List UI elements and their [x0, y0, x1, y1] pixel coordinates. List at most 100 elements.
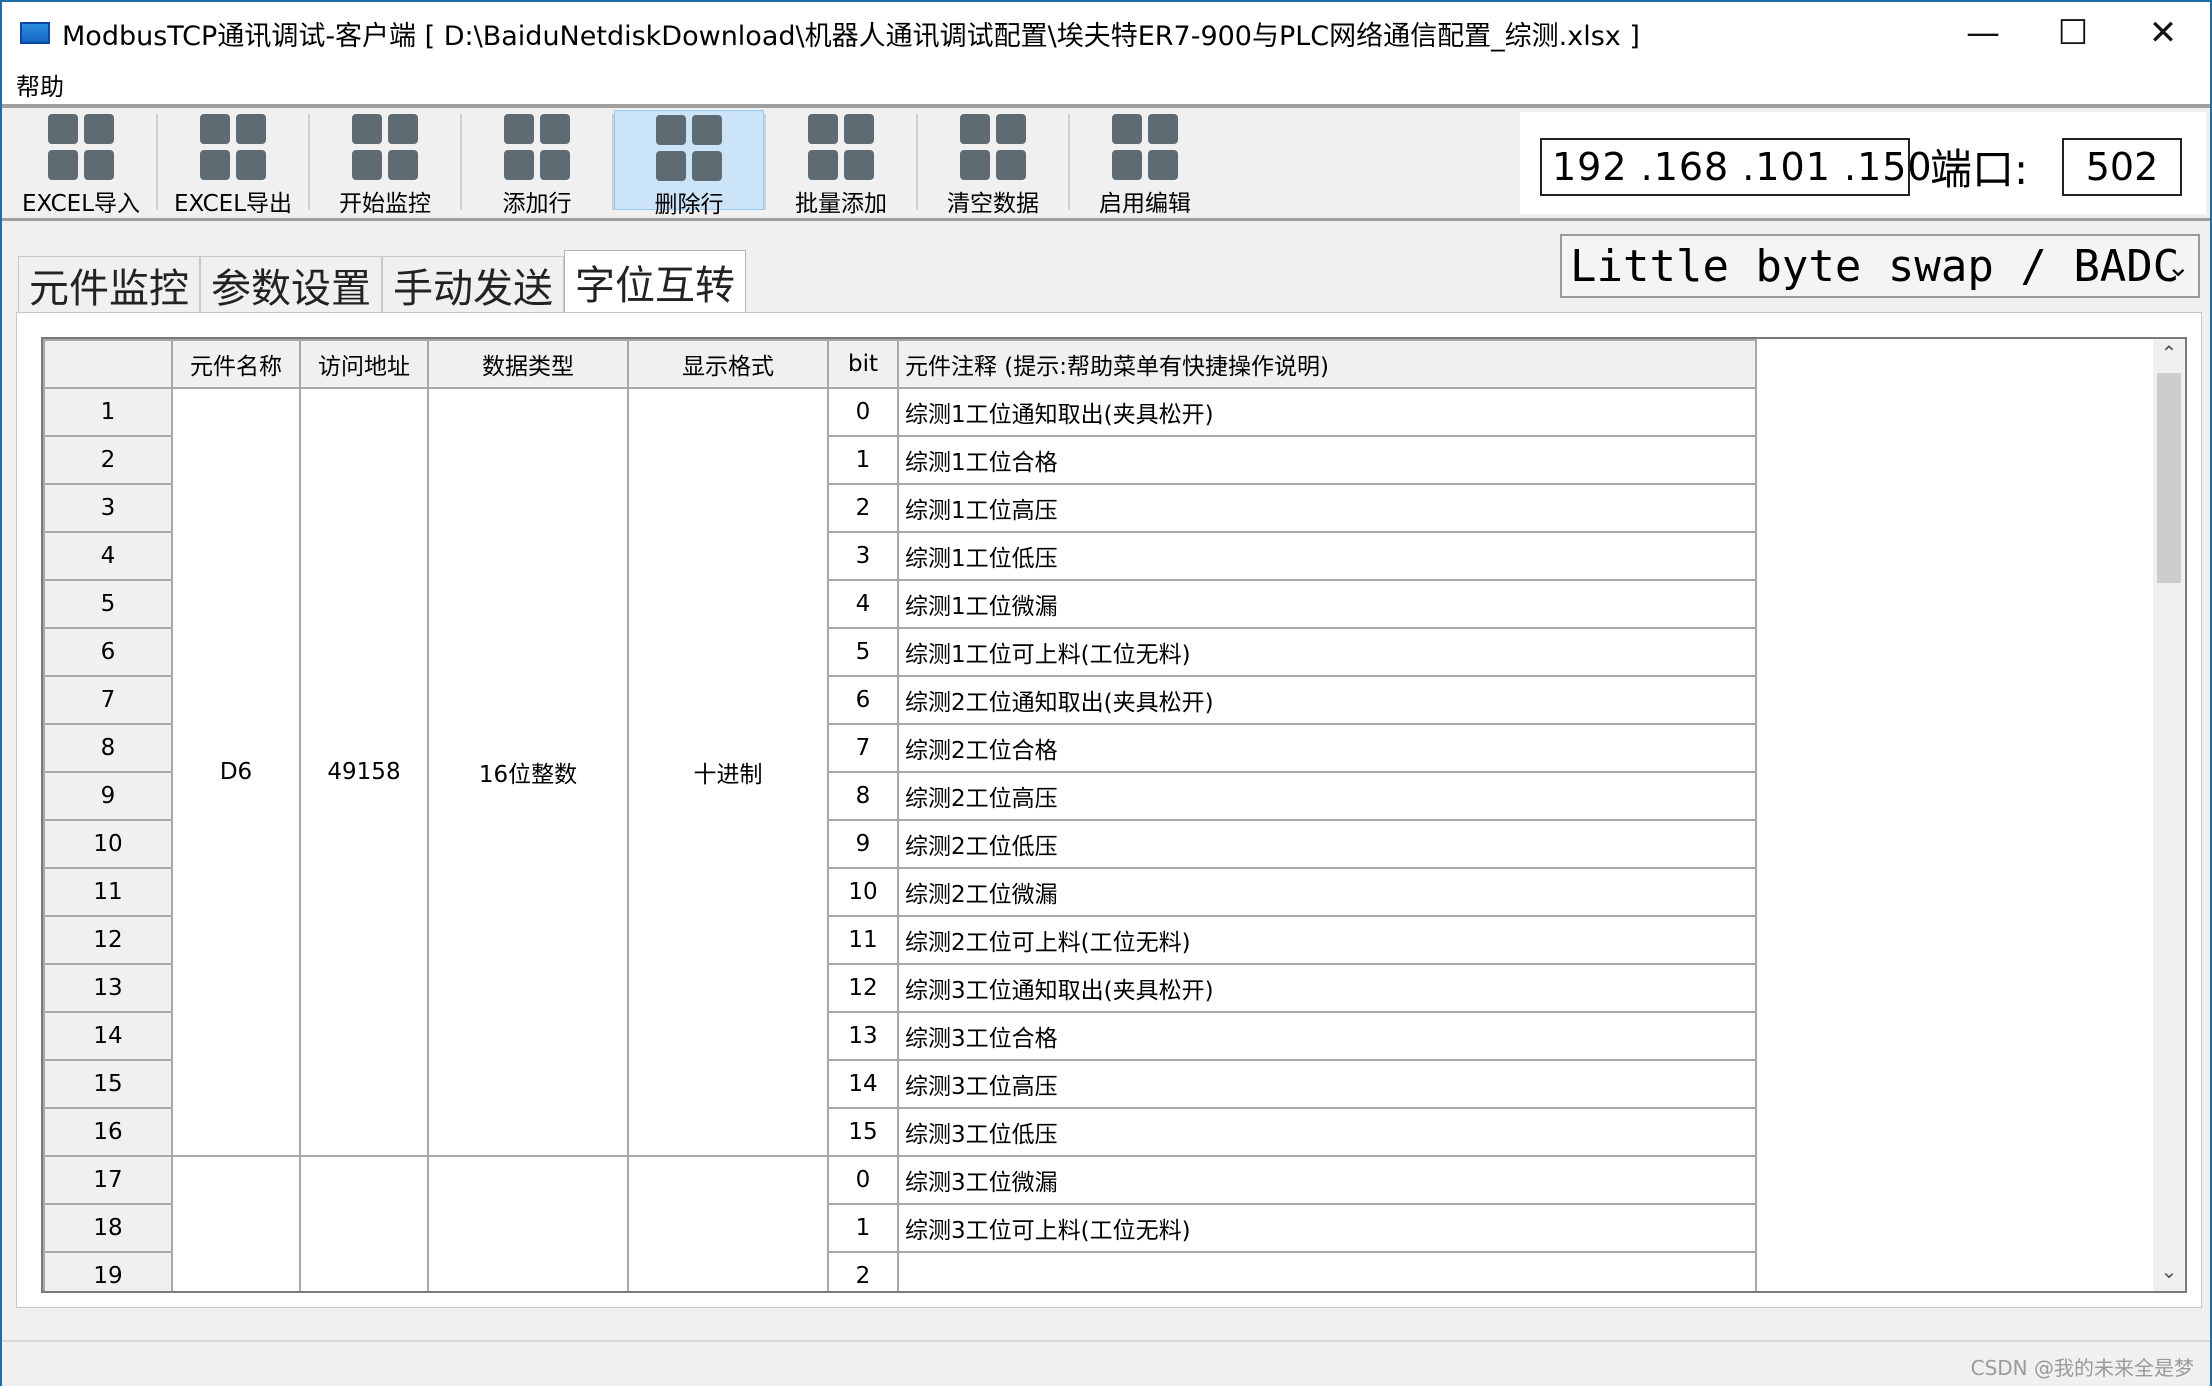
- column-header[interactable]: 数据类型: [427, 339, 629, 389]
- column-header[interactable]: 元件注释 (提示:帮助菜单有快捷操作说明): [897, 339, 1757, 389]
- comment-cell[interactable]: 综测1工位微漏: [897, 579, 1757, 629]
- close-button[interactable]: ✕: [2118, 2, 2208, 64]
- scroll-up-icon[interactable]: ⌃: [2153, 341, 2185, 371]
- enable-edit-button[interactable]: 启用编辑: [1070, 110, 1220, 217]
- comment-cell[interactable]: 综测3工位低压: [897, 1107, 1757, 1157]
- bit-cell[interactable]: 3: [827, 531, 899, 581]
- maximize-button[interactable]: ☐: [2028, 2, 2118, 64]
- tab-parameter-settings[interactable]: 参数设置: [200, 256, 382, 312]
- bit-cell[interactable]: 4: [827, 579, 899, 629]
- bit-cell[interactable]: 0: [827, 1155, 899, 1205]
- bit-cell[interactable]: 2: [827, 1251, 899, 1291]
- port-input[interactable]: 502: [2062, 138, 2182, 196]
- scroll-thumb[interactable]: [2157, 373, 2181, 583]
- comment-cell[interactable]: 综测3工位合格: [897, 1011, 1757, 1061]
- comment-cell[interactable]: [897, 1251, 1757, 1291]
- app-icon: [20, 22, 50, 44]
- comment-cell[interactable]: 综测1工位高压: [897, 483, 1757, 533]
- clear-data-button[interactable]: 清空数据: [918, 110, 1068, 217]
- tab-component-monitor[interactable]: 元件监控: [18, 256, 200, 312]
- comment-cell[interactable]: 综测2工位低压: [897, 819, 1757, 869]
- column-header[interactable]: 显示格式: [627, 339, 829, 389]
- comment-cell[interactable]: 综测2工位微漏: [897, 867, 1757, 917]
- data-type-cell[interactable]: 16位整数: [427, 387, 629, 1157]
- bit-cell[interactable]: 10: [827, 867, 899, 917]
- minimize-button[interactable]: —: [1938, 2, 2028, 64]
- row-number[interactable]: 7: [43, 675, 173, 725]
- row-number[interactable]: 9: [43, 771, 173, 821]
- bit-cell[interactable]: 11: [827, 915, 899, 965]
- row-number[interactable]: 1: [43, 387, 173, 437]
- menu-bar: 帮助: [2, 64, 2210, 104]
- tool-label: 启用编辑: [1099, 191, 1191, 217]
- add-row-button[interactable]: 添加行: [462, 110, 612, 217]
- comment-cell[interactable]: 综测2工位合格: [897, 723, 1757, 773]
- excel-export-button[interactable]: EXCEL导出: [158, 110, 308, 217]
- component-name-cell[interactable]: [171, 1155, 301, 1291]
- bit-cell[interactable]: 9: [827, 819, 899, 869]
- tab-word-bit-convert[interactable]: 字位互转: [564, 250, 746, 312]
- row-number[interactable]: 18: [43, 1203, 173, 1253]
- comment-cell[interactable]: 综测1工位低压: [897, 531, 1757, 581]
- row-number[interactable]: 17: [43, 1155, 173, 1205]
- comment-cell[interactable]: 综测3工位微漏: [897, 1155, 1757, 1205]
- row-number[interactable]: 15: [43, 1059, 173, 1109]
- byte-order-select[interactable]: Little byte swap / BADC ⌄: [1560, 234, 2200, 298]
- row-number[interactable]: 12: [43, 915, 173, 965]
- bit-cell[interactable]: 1: [827, 435, 899, 485]
- row-number[interactable]: 6: [43, 627, 173, 677]
- ip-address-input[interactable]: 192 .168 .101 .150: [1540, 138, 1932, 196]
- scroll-down-icon[interactable]: ⌄: [2153, 1259, 2185, 1289]
- batch-add-button[interactable]: 批量添加: [766, 110, 916, 217]
- row-number[interactable]: 4: [43, 531, 173, 581]
- excel-import-button[interactable]: EXCEL导入: [6, 110, 156, 217]
- address-cell[interactable]: [299, 1155, 429, 1291]
- bit-cell[interactable]: 1: [827, 1203, 899, 1253]
- delete-row-button[interactable]: 删除行: [614, 110, 764, 218]
- row-number[interactable]: 2: [43, 435, 173, 485]
- comment-cell[interactable]: 综测1工位可上料(工位无料): [897, 627, 1757, 677]
- comment-cell[interactable]: 综测3工位可上料(工位无料): [897, 1203, 1757, 1253]
- comment-cell[interactable]: 综测3工位高压: [897, 1059, 1757, 1109]
- column-header[interactable]: 访问地址: [299, 339, 429, 389]
- row-number[interactable]: 14: [43, 1011, 173, 1061]
- display-format-cell[interactable]: [627, 1155, 829, 1291]
- row-number[interactable]: 10: [43, 819, 173, 869]
- row-number[interactable]: 13: [43, 963, 173, 1013]
- comment-cell[interactable]: 综测2工位高压: [897, 771, 1757, 821]
- start-monitor-button[interactable]: 开始监控: [310, 110, 460, 217]
- comment-cell[interactable]: 综测3工位通知取出(夹具松开): [897, 963, 1757, 1013]
- data-type-cell[interactable]: [427, 1155, 629, 1291]
- bit-cell[interactable]: 12: [827, 963, 899, 1013]
- bit-cell[interactable]: 5: [827, 627, 899, 677]
- menu-help[interactable]: 帮助: [2, 67, 78, 102]
- row-number[interactable]: 11: [43, 867, 173, 917]
- bit-cell[interactable]: 13: [827, 1011, 899, 1061]
- title-bar[interactable]: ModbusTCP通讯调试-客户端 [ D:\BaiduNetdiskDownl…: [2, 2, 2210, 64]
- bit-cell[interactable]: 15: [827, 1107, 899, 1157]
- data-grid[interactable]: 元件名称 访问地址 数据类型 显示格式 bit 元件注释 (提示:帮助菜单有快捷…: [41, 337, 2187, 1293]
- bit-cell[interactable]: 14: [827, 1059, 899, 1109]
- row-number[interactable]: 5: [43, 579, 173, 629]
- comment-cell[interactable]: 综测2工位通知取出(夹具松开): [897, 675, 1757, 725]
- row-number[interactable]: 19: [43, 1251, 173, 1291]
- row-number[interactable]: 8: [43, 723, 173, 773]
- row-number[interactable]: 16: [43, 1107, 173, 1157]
- display-format-cell[interactable]: 十进制: [627, 387, 829, 1157]
- address-cell[interactable]: 49158: [299, 387, 429, 1157]
- comment-cell[interactable]: 综测1工位通知取出(夹具松开): [897, 387, 1757, 437]
- bit-cell[interactable]: 7: [827, 723, 899, 773]
- bit-cell[interactable]: 8: [827, 771, 899, 821]
- column-header[interactable]: bit: [827, 339, 899, 389]
- bit-cell[interactable]: 2: [827, 483, 899, 533]
- tab-manual-send[interactable]: 手动发送: [382, 256, 564, 312]
- vertical-scrollbar[interactable]: ⌃ ⌄: [2153, 339, 2185, 1291]
- column-header[interactable]: [43, 339, 173, 389]
- bit-cell[interactable]: 0: [827, 387, 899, 437]
- column-header[interactable]: 元件名称: [171, 339, 301, 389]
- row-number[interactable]: 3: [43, 483, 173, 533]
- comment-cell[interactable]: 综测1工位合格: [897, 435, 1757, 485]
- bit-cell[interactable]: 6: [827, 675, 899, 725]
- comment-cell[interactable]: 综测2工位可上料(工位无料): [897, 915, 1757, 965]
- component-name-cell[interactable]: D6: [171, 387, 301, 1157]
